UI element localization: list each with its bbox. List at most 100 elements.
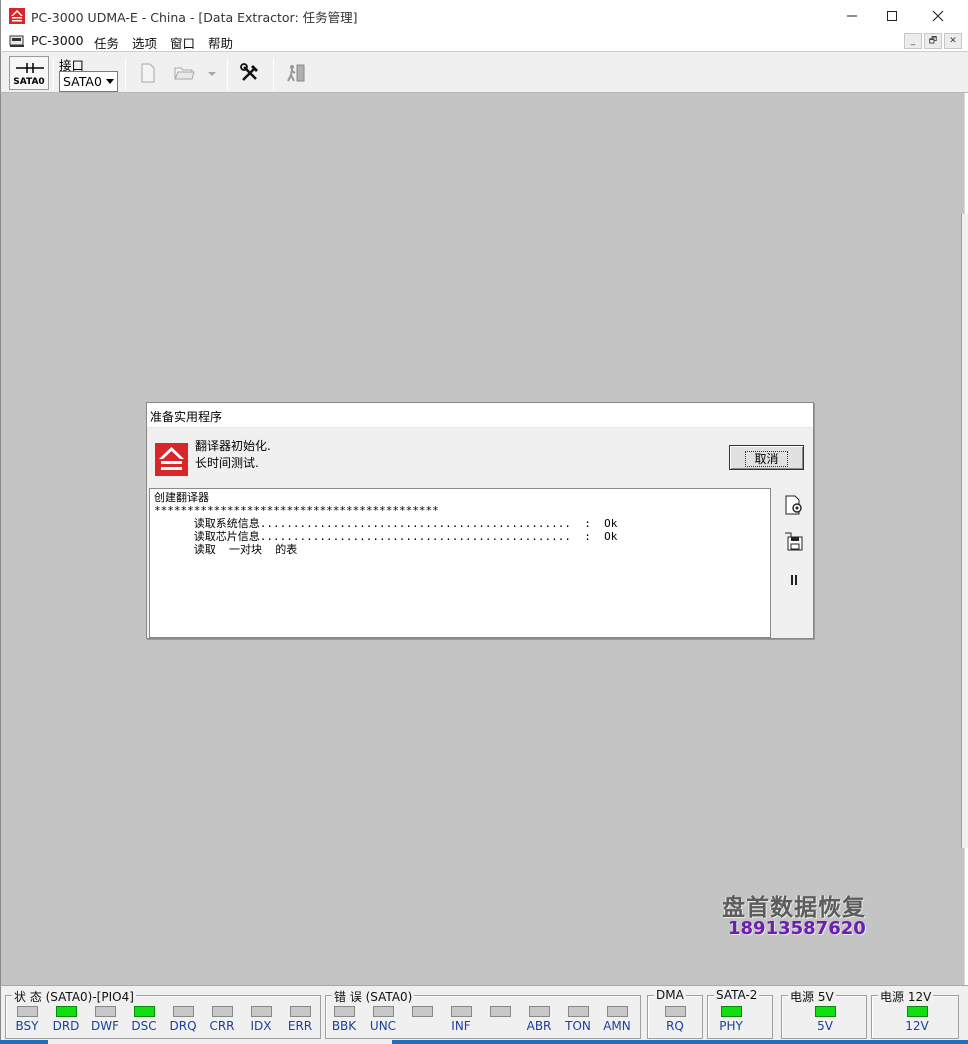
led-indicator: RQ (660, 1006, 690, 1036)
led-indicator (407, 1006, 437, 1036)
led-lamp-icon (290, 1006, 311, 1017)
watermark-phone: 18913587620 (728, 918, 866, 939)
led-label: IDX (250, 1019, 272, 1033)
led-lamp-icon (17, 1006, 38, 1017)
led-indicator: 12V (902, 1006, 932, 1036)
led-label: CRR (209, 1019, 235, 1033)
dialog-title: 准备实用程序 (150, 410, 223, 424)
pc3000-menu-icon[interactable] (9, 34, 25, 48)
led-indicator: TON (563, 1006, 593, 1036)
mdi-minimize-button[interactable]: _ (904, 33, 922, 49)
toolbar-separator (227, 58, 228, 90)
watermark-name: 盘首数据恢复 (722, 895, 866, 921)
led-lamp-icon (607, 1006, 628, 1017)
led-indicator: CRR (207, 1006, 237, 1036)
mdi-close-button[interactable]: ✕ (944, 33, 962, 49)
mdi-restore-button[interactable]: 🗗 (924, 33, 942, 49)
led-lamp-icon (95, 1006, 116, 1017)
led-label: TON (565, 1019, 591, 1033)
menu-options[interactable]: 选项 (132, 33, 157, 52)
led-lamp-icon (665, 1006, 686, 1017)
menu-tasks[interactable]: 任务 (94, 33, 119, 52)
maximize-button[interactable] (869, 0, 915, 31)
log-side-toolbar (773, 488, 813, 638)
cancel-button[interactable]: 取消 (729, 445, 804, 470)
led-lamp-icon (815, 1006, 836, 1017)
led-lamp-icon (907, 1006, 928, 1017)
sata-port-button-label: SATA0 (13, 77, 45, 87)
status-panel: 状 态 (SATA0)-[PIO4] BSY DRD DWF DSC DRQ CRR IDX E… (0, 985, 968, 1044)
menu-window[interactable]: 窗口 (170, 33, 195, 52)
menu-help[interactable]: 帮助 (208, 33, 233, 52)
menu-bar: PC-3000 任务 选项 窗口 帮助 _ 🗗 ✕ (0, 31, 968, 51)
power-5v-group: 电源 5V 5V (781, 988, 867, 1039)
dialog-status-line: 长时间测试. (195, 456, 259, 470)
led-label: BBK (331, 1019, 357, 1033)
led-lamp-icon (412, 1006, 433, 1017)
status-group-title: 状 态 (SATA0)-[PIO4] (12, 988, 136, 1005)
led-indicator: PHY (716, 1006, 746, 1036)
led-label: PHY (719, 1019, 743, 1033)
scrollbar-strip (961, 214, 968, 848)
led-lamp-icon (212, 1006, 233, 1017)
led-lamp-icon (490, 1006, 511, 1017)
led-indicator: DWF (90, 1006, 120, 1036)
save-disk-icon[interactable] (783, 530, 805, 552)
power-12v-group: 电源 12V 12V (871, 988, 959, 1039)
led-indicator: AMN (602, 1006, 632, 1036)
led-indicator: BBK (329, 1006, 359, 1036)
led-lamp-icon (334, 1006, 355, 1017)
log-output: 创建翻译器 **********************************… (149, 488, 771, 638)
sata-port-button[interactable]: SATA0 (9, 56, 49, 90)
led-lamp-icon (373, 1006, 394, 1017)
status-group: 状 态 (SATA0)-[PIO4] BSY DRD DWF DSC DRQ CRR IDX E… (5, 988, 321, 1039)
dialog-title-bar: 准备实用程序 (147, 403, 813, 428)
exit-door-icon[interactable] (285, 62, 307, 84)
port-select[interactable]: SATA0 (59, 71, 118, 92)
led-label: DWF (90, 1019, 119, 1033)
toolbar-separator (273, 58, 274, 90)
led-label: ABR (526, 1019, 552, 1033)
led-label: INF (451, 1019, 471, 1033)
close-button[interactable] (915, 0, 961, 31)
menu-pc3000[interactable]: PC-3000 (31, 33, 84, 48)
log-line: ****************************************… (154, 504, 439, 517)
minimize-icon (847, 15, 857, 16)
led-lamp-icon (529, 1006, 550, 1017)
toolbar-separator (53, 58, 54, 90)
led-label: ERR (287, 1019, 313, 1033)
power-12v-group-title: 电源 12V (878, 988, 934, 1005)
pc3000-logo-icon (155, 443, 188, 476)
led-label: RQ (666, 1019, 684, 1033)
prepare-utility-dialog: 准备实用程序 翻译器初始化. 长时间测试. 取消 创建翻译器 *********… (146, 402, 814, 639)
led-label: DSC (131, 1019, 157, 1033)
pause-icon[interactable] (783, 570, 805, 592)
new-document-icon[interactable] (137, 62, 159, 84)
led-lamp-icon (568, 1006, 589, 1017)
log-line: 读取 一对块 的表 (154, 543, 298, 556)
led-lamp-icon (721, 1006, 742, 1017)
error-group-title: 错 误 (SATA0) (332, 988, 415, 1005)
settings-page-icon[interactable] (783, 494, 805, 516)
led-label: UNC (369, 1019, 397, 1033)
led-indicator: DRD (51, 1006, 81, 1036)
dma-group: DMA RQ (647, 988, 703, 1039)
led-indicator: ERR (285, 1006, 315, 1036)
sata-connector-icon (16, 63, 44, 73)
tools-icon[interactable] (239, 62, 261, 84)
led-lamp-icon (173, 1006, 194, 1017)
open-folder-icon[interactable] (173, 62, 195, 84)
toolbar-separator (125, 58, 126, 90)
led-indicator: IDX (246, 1006, 276, 1036)
taskbar-edge (0, 1040, 968, 1044)
open-dropdown-arrow-icon[interactable] (204, 62, 220, 84)
sata2-group-title: SATA-2 (714, 988, 760, 1002)
cancel-button-label: 取消 (745, 451, 788, 467)
led-lamp-icon (451, 1006, 472, 1017)
led-label: DRD (52, 1019, 80, 1033)
dropdown-arrow-icon (106, 79, 114, 84)
led-indicator: DRQ (168, 1006, 198, 1036)
led-indicator: 5V (810, 1006, 840, 1036)
led-label: BSY (15, 1019, 39, 1033)
led-label: AMN (603, 1019, 631, 1033)
